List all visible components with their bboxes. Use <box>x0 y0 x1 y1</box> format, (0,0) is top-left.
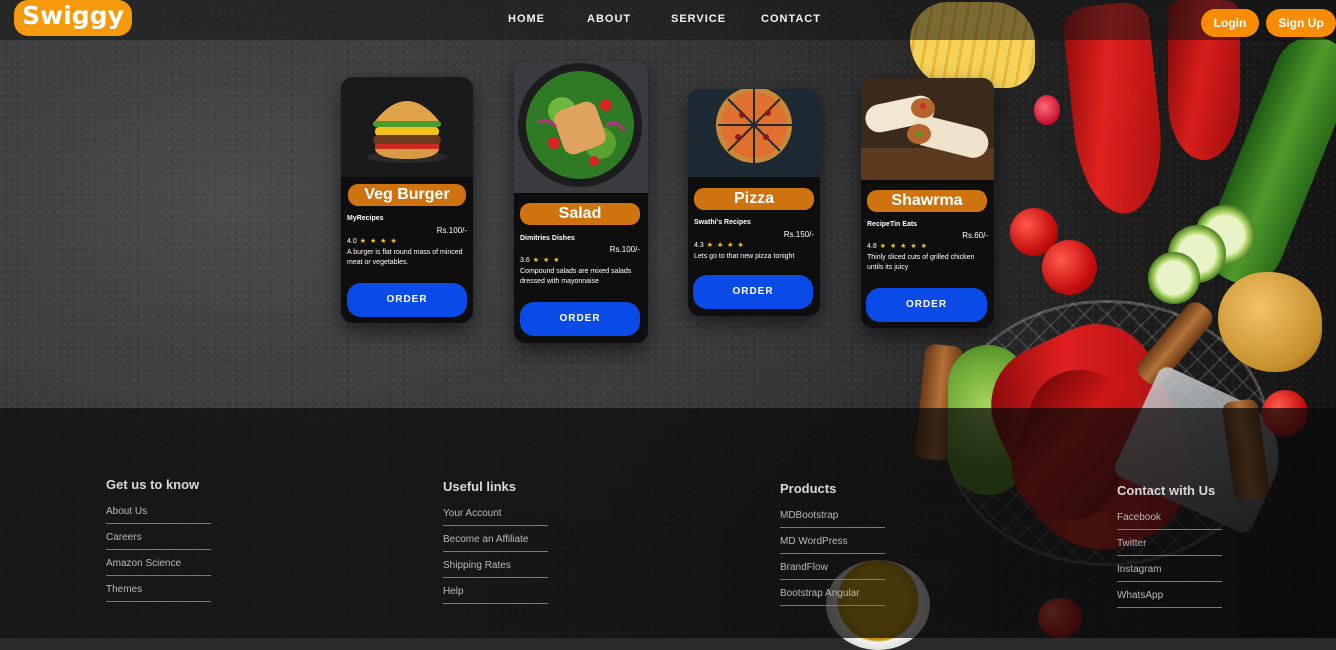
card-description: Lets go to that new pizza tonight <box>694 253 795 260</box>
footer-heading: Products <box>780 481 837 496</box>
card-price: Rs.150/- <box>783 230 814 239</box>
footer-heading: Contact with Us <box>1117 483 1216 498</box>
rating-value: 4.0 <box>347 238 357 245</box>
brand-logo[interactable]: Swiggy <box>14 0 132 36</box>
footer-link-mdbootstrap[interactable]: MDBootstrap <box>780 510 885 528</box>
order-button[interactable]: ORDER <box>520 302 640 336</box>
footer-column-products: Products MDBootstrap MD WordPress BrandF… <box>780 481 885 614</box>
radish-image <box>1034 95 1060 125</box>
order-button[interactable]: ORDER <box>866 288 987 322</box>
footer-column-useful-links: Useful links Your Account Become an Affi… <box>443 479 548 612</box>
nav-about-link[interactable]: ABOUT <box>587 13 631 25</box>
star-icons: ★ ★ ★ ★ ★ <box>879 243 928 250</box>
card-rating: 4.0 ★ ★ ★ ★ <box>347 237 398 245</box>
card-title: Salad <box>520 203 640 225</box>
card-price: Rs.60/- <box>962 231 988 240</box>
pizza-image <box>688 89 820 177</box>
card-description: Thinly sliced cuts of grilled chicken un… <box>867 254 975 271</box>
burger-image <box>341 77 473 177</box>
footer-column-contact: Contact with Us Facebook Twitter Instagr… <box>1117 483 1222 616</box>
food-card-shawrma: Shawrma RecipeTin Eats Rs.60/- 4.8 ★ ★ ★ … <box>861 78 994 328</box>
footer-link-bootstrap-angular[interactable]: Bootstrap Angular <box>780 588 885 606</box>
salad-image <box>514 61 648 193</box>
footer-link-about-us[interactable]: About Us <box>106 506 211 524</box>
footer-link-help[interactable]: Help <box>443 586 548 604</box>
footer-link-become-affiliate[interactable]: Become an Affiliate <box>443 534 548 552</box>
footer-link-your-account[interactable]: Your Account <box>443 508 548 526</box>
footer-link-brandflow[interactable]: BrandFlow <box>780 562 885 580</box>
order-button[interactable]: ORDER <box>693 275 813 309</box>
card-description: Compound salads are mixed salads dressed… <box>520 268 632 285</box>
signup-button[interactable]: Sign Up <box>1266 9 1336 37</box>
star-icons: ★ ★ ★ ★ <box>359 238 398 245</box>
tomato-image <box>1042 240 1097 295</box>
star-icons: ★ ★ ★ <box>532 257 561 264</box>
shawarma-image <box>861 78 994 180</box>
footer-heading: Useful links <box>443 479 516 494</box>
footer-link-twitter[interactable]: Twitter <box>1117 538 1222 556</box>
footer-heading: Get us to know <box>106 477 200 492</box>
card-price: Rs.100/- <box>436 226 467 235</box>
food-card-veg-burger: Veg Burger MyRecipes Rs.100/- 4.0 ★ ★ ★ ★… <box>341 77 473 323</box>
card-description: A burger is flat round mass of minced me… <box>347 249 463 266</box>
cucumber-slice-image <box>1148 252 1200 304</box>
footer-link-facebook[interactable]: Facebook <box>1117 512 1222 530</box>
food-card-pizza: Pizza Swathi's Recipes Rs.150/- 4.3 ★ ★ ★… <box>688 89 820 316</box>
star-icons: ★ ★ ★ ★ <box>706 242 745 249</box>
card-price: Rs.100/- <box>609 245 640 254</box>
footer-link-shipping-rates[interactable]: Shipping Rates <box>443 560 548 578</box>
order-button[interactable]: ORDER <box>347 283 467 317</box>
footer-link-whatsapp[interactable]: WhatsApp <box>1117 590 1222 608</box>
footer: Get us to know About Us Careers Amazon S… <box>0 408 1336 638</box>
card-title: Veg Burger <box>348 184 466 206</box>
footer-link-themes[interactable]: Themes <box>106 584 211 602</box>
nav-contact-link[interactable]: CONTACT <box>761 13 821 25</box>
navbar: Swiggy HOME ABOUT SERVICE CONTACT Login … <box>0 0 1336 40</box>
nav-service-link[interactable]: SERVICE <box>671 13 726 25</box>
rating-value: 4.8 <box>867 243 877 250</box>
footer-link-md-wordpress[interactable]: MD WordPress <box>780 536 885 554</box>
login-button[interactable]: Login <box>1201 9 1259 37</box>
footer-link-careers[interactable]: Careers <box>106 532 211 550</box>
card-source: Swathi's Recipes <box>694 219 751 226</box>
card-title: Pizza <box>694 188 814 210</box>
card-rating: 3.6 ★ ★ ★ <box>520 256 560 264</box>
food-card-salad: Salad Dimitries Dishes Rs.100/- 3.6 ★ ★ ★… <box>514 61 648 343</box>
card-rating: 4.8 ★ ★ ★ ★ ★ <box>867 242 928 250</box>
card-source: MyRecipes <box>347 215 384 222</box>
rating-value: 3.6 <box>520 257 530 264</box>
nav-home-link[interactable]: HOME <box>508 13 545 25</box>
footer-link-instagram[interactable]: Instagram <box>1117 564 1222 582</box>
card-rating: 4.3 ★ ★ ★ ★ <box>694 241 745 249</box>
card-title: Shawrma <box>867 190 987 212</box>
rating-value: 4.3 <box>694 242 704 249</box>
footer-column-get-to-know: Get us to know About Us Careers Amazon S… <box>106 477 211 610</box>
card-source: Dimitries Dishes <box>520 235 575 242</box>
card-source: RecipeTin Eats <box>867 221 918 228</box>
footer-link-amazon-science[interactable]: Amazon Science <box>106 558 211 576</box>
